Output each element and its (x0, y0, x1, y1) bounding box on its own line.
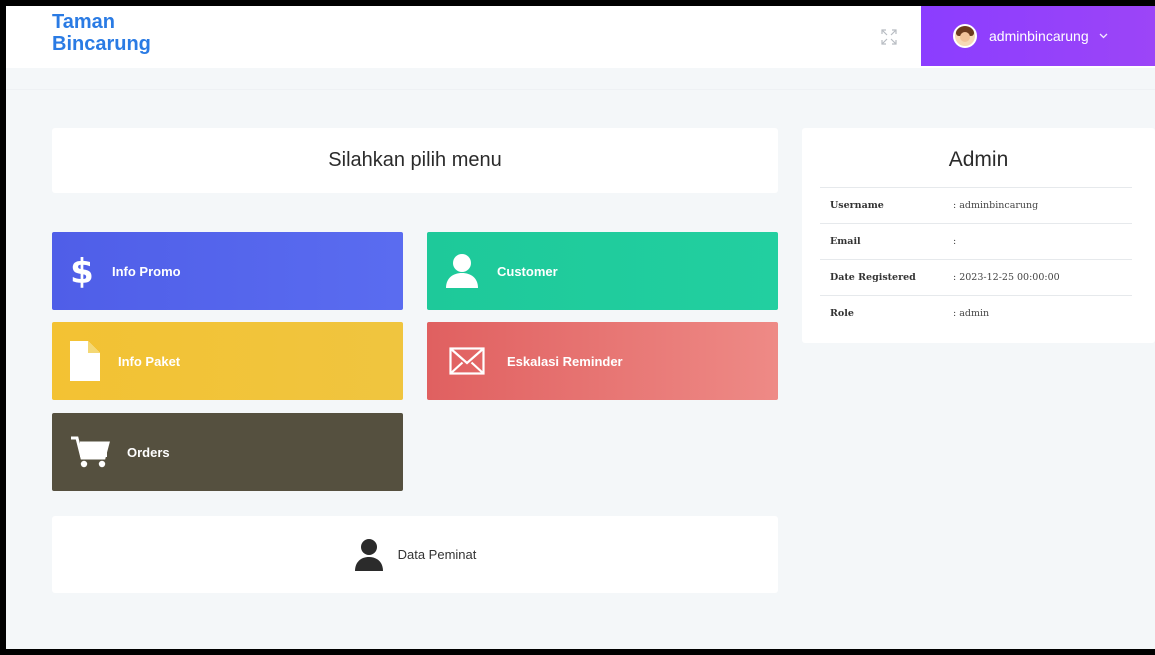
info-key: Username (830, 200, 884, 211)
username-label: adminbincarung (989, 28, 1089, 44)
info-value: : adminbincarung (953, 200, 1039, 211)
info-key: Email (830, 236, 861, 247)
menu-title-card: Silahkan pilih menu (52, 128, 778, 193)
customer-label: Customer (497, 263, 558, 279)
admin-card-title: Admin (948, 148, 1009, 171)
avatar (953, 24, 977, 48)
info-row-username: Username : adminbincarung (820, 187, 1132, 223)
cart-icon (52, 413, 127, 491)
data-peminat-button[interactable]: Data Peminat (52, 516, 778, 593)
info-promo-button[interactable]: $ Info Promo (52, 232, 403, 310)
eskalasi-reminder-label: Eskalasi Reminder (507, 353, 623, 369)
svg-text:$: $ (71, 253, 93, 289)
info-row-email: Email : (820, 223, 1132, 259)
fullscreen-icon[interactable] (878, 26, 900, 48)
dollar-icon: $ (52, 232, 112, 310)
file-icon (52, 322, 118, 400)
info-value: : 2023-12-25 00:00:00 (953, 272, 1060, 283)
user-icon (354, 538, 384, 572)
admin-info-table: Username : adminbincarung Email : Date R… (820, 187, 1132, 331)
info-row-date-registered: Date Registered : 2023-12-25 00:00:00 (820, 259, 1132, 295)
page-title: Silahkan pilih menu (328, 149, 502, 171)
info-row-role: Role : admin (820, 295, 1132, 331)
info-paket-label: Info Paket (118, 353, 181, 369)
header-divider (6, 89, 1155, 90)
info-value: : (953, 236, 957, 247)
admin-info-card: Admin Username : adminbincarung Email : … (802, 128, 1155, 343)
info-promo-label: Info Promo (112, 263, 181, 279)
data-peminat-label: Data Peminat (397, 547, 477, 562)
orders-button[interactable]: Orders (52, 413, 403, 491)
top-navbar: Taman Bincarung adminbincarung (6, 6, 1155, 68)
brand-logo[interactable]: Taman Bincarung (52, 11, 151, 55)
user-icon (427, 232, 497, 310)
screen-border-bottom (0, 649, 1155, 655)
info-key: Date Registered (830, 272, 916, 283)
envelope-icon (427, 322, 507, 400)
info-value: : admin (953, 308, 990, 319)
app-window: Taman Bincarung adminbincarung Silahkan … (6, 6, 1155, 649)
chevron-down-icon (1099, 30, 1108, 42)
orders-label: Orders (127, 444, 170, 460)
info-key: Role (830, 308, 854, 319)
eskalasi-reminder-button[interactable]: Eskalasi Reminder (427, 322, 778, 400)
customer-button[interactable]: Customer (427, 232, 778, 310)
user-menu-dropdown[interactable]: adminbincarung (921, 6, 1155, 66)
info-paket-button[interactable]: Info Paket (52, 322, 403, 400)
